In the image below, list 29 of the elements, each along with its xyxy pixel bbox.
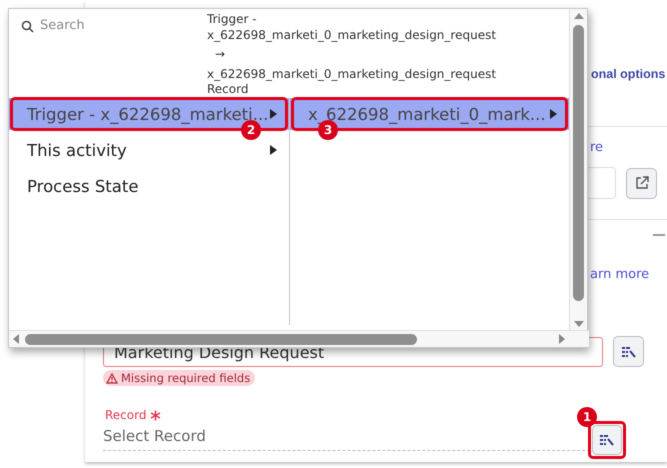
step-badge: 2 — [241, 120, 261, 140]
scrollbar-thumb[interactable] — [25, 334, 417, 344]
horizontal-scrollbar[interactable] — [9, 330, 589, 347]
path-text: → — [214, 46, 226, 63]
submenu-arrow-icon — [549, 109, 557, 119]
scroll-left-icon[interactable] — [13, 334, 19, 344]
warning-icon — [106, 372, 118, 384]
error-text: Missing required fields — [121, 371, 250, 385]
data-pill-icon — [620, 344, 636, 358]
scrollbar-thumb[interactable] — [573, 25, 584, 301]
pill-picker-button[interactable] — [592, 425, 622, 455]
submenu-arrow-icon — [269, 145, 277, 155]
path-text: Record — [207, 82, 250, 98]
path-text: x_622698_marketi_0_marketing_design_request — [207, 28, 496, 43]
search-icon — [21, 20, 34, 33]
pill-picker-button[interactable] — [613, 336, 644, 367]
scroll-down-icon[interactable] — [574, 321, 584, 327]
open-external-button[interactable] — [626, 168, 657, 198]
submenu-arrow-icon — [269, 109, 277, 119]
data-pill-icon — [599, 433, 615, 447]
vertical-scrollbar[interactable] — [569, 9, 587, 331]
path-text: x_622698_marketi_0_marketing_design_request — [207, 66, 496, 82]
path-text: Trigger - — [207, 12, 258, 28]
menu-item[interactable]: Process State — [9, 170, 289, 202]
scroll-right-icon[interactable] — [559, 334, 565, 344]
field-label: Record — [105, 408, 146, 422]
scroll-up-icon[interactable] — [574, 13, 584, 19]
step-badge: 1 — [577, 407, 597, 427]
external-link-icon — [634, 175, 650, 191]
